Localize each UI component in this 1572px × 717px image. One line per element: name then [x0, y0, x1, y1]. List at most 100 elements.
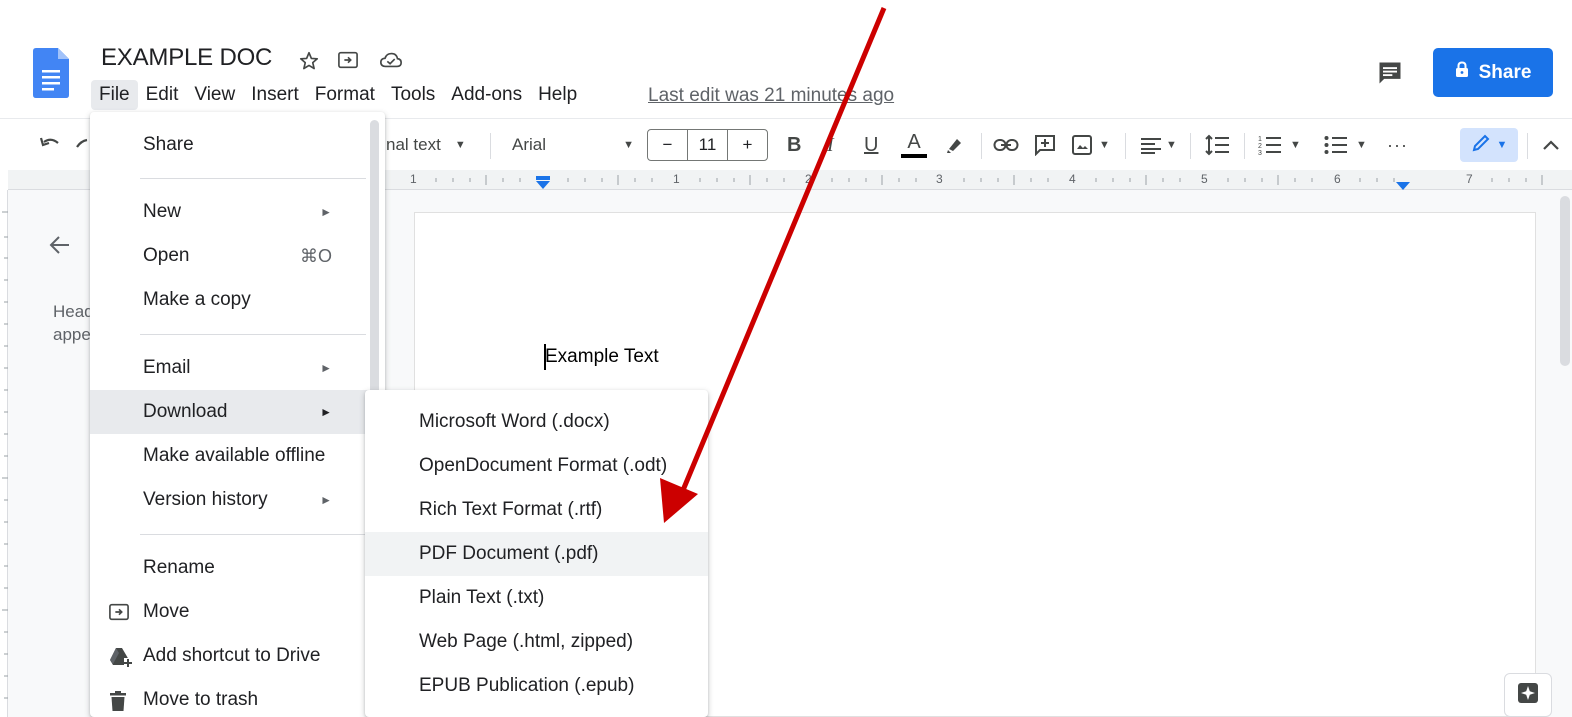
menu-item-label: Email [143, 357, 191, 378]
back-arrow-icon[interactable] [47, 232, 73, 258]
menu-item-label: Make a copy [143, 289, 251, 310]
ruler-label: 3 [936, 172, 943, 186]
trash-icon [108, 690, 130, 711]
submenu-arrow-icon: ► [320, 205, 332, 219]
file-menu-download[interactable]: Download ► [90, 390, 370, 434]
paragraph-style-value: nal text [386, 135, 441, 154]
share-button[interactable]: Share [1433, 48, 1553, 97]
download-rtf[interactable]: Rich Text Format (.rtf) [365, 488, 708, 532]
vertical-scrollbar[interactable] [1560, 196, 1570, 366]
font-size-input[interactable]: 11 [687, 130, 728, 160]
editing-mode-button[interactable]: ▼ [1460, 128, 1518, 162]
file-menu-add-shortcut[interactable]: Add shortcut to Drive [90, 634, 370, 678]
ruler-label: 7 [1466, 172, 1473, 186]
italic-icon[interactable]: I [827, 119, 834, 171]
menu-item-label: Download [143, 401, 228, 422]
more-options-icon[interactable]: ··· [1387, 119, 1408, 171]
vertical-ruler[interactable] [0, 190, 8, 717]
ruler-label: 2 [805, 172, 812, 186]
decrease-font-size-button[interactable]: − [648, 130, 687, 160]
menu-format[interactable]: Format [307, 80, 383, 110]
insert-link-icon[interactable] [993, 119, 1019, 171]
document-title[interactable]: EXAMPLE DOC [101, 44, 272, 72]
highlight-color-icon[interactable] [945, 119, 965, 171]
file-menu-open[interactable]: Open ⌘O [90, 234, 370, 278]
menu-item-label: Version history [143, 489, 268, 510]
chevron-down-icon: ▼ [1496, 139, 1508, 151]
align-left-icon[interactable]: ▼ [1140, 119, 1177, 171]
file-menu-rename[interactable]: Rename [90, 546, 370, 590]
underline-icon[interactable]: U [864, 119, 878, 171]
menu-item-label: Add shortcut to Drive [143, 645, 321, 666]
font-size-stepper: − 11 + [647, 129, 768, 161]
svg-text:3: 3 [1258, 150, 1262, 156]
download-odt[interactable]: OpenDocument Format (.odt) [365, 444, 708, 488]
menu-help[interactable]: Help [530, 80, 585, 110]
submenu-arrow-icon: ► [320, 361, 332, 375]
menu-item-label: Rename [143, 557, 215, 578]
drive-add-icon [108, 646, 132, 668]
bold-icon[interactable]: B [787, 119, 801, 171]
bulleted-list-icon[interactable]: ▼ [1324, 119, 1367, 171]
download-docx[interactable]: Microsoft Word (.docx) [365, 400, 708, 444]
redo-icon[interactable] [75, 119, 89, 171]
file-menu-scrollbar[interactable] [370, 120, 379, 400]
menu-item-label: Move to trash [143, 689, 259, 710]
file-menu-make-offline[interactable]: Make available offline [90, 434, 370, 478]
menu-edit[interactable]: Edit [138, 80, 187, 110]
menu-view[interactable]: View [186, 80, 243, 110]
download-pdf[interactable]: PDF Document (.pdf) [365, 532, 708, 576]
move-folder-icon[interactable] [337, 50, 359, 70]
svg-text:1: 1 [1258, 136, 1262, 143]
download-html[interactable]: Web Page (.html, zipped) [365, 620, 708, 664]
menu-item-label: Share [143, 134, 194, 155]
ruler-label: 6 [1334, 172, 1341, 186]
menu-file[interactable]: File [91, 80, 138, 110]
file-menu-email[interactable]: Email ► [90, 346, 370, 390]
outline-placeholder-line: Headings you add to the document will [53, 302, 93, 321]
comment-icon[interactable] [1376, 59, 1404, 87]
font-family-select[interactable]: Arial ▼ [512, 119, 634, 171]
star-icon[interactable] [298, 50, 320, 70]
outline-placeholder-line: appear here. [53, 325, 93, 344]
text-color-icon[interactable]: A [901, 119, 927, 171]
menu-tools[interactable]: Tools [383, 80, 443, 110]
menu-addons[interactable]: Add-ons [443, 80, 530, 110]
file-menu-version-history[interactable]: Version history ► [90, 478, 370, 522]
collapse-menus-icon[interactable] [1542, 119, 1560, 171]
insert-image-icon[interactable]: ▼ [1071, 119, 1110, 171]
chevron-down-icon: ▼ [623, 139, 634, 151]
chevron-down-icon: ▼ [454, 139, 466, 151]
menu-item-label: Make available offline [143, 445, 326, 466]
move-folder-icon [108, 602, 130, 622]
share-label: Share [1478, 61, 1532, 83]
ruler-label: 5 [1201, 172, 1208, 186]
explore-button[interactable] [1504, 673, 1552, 717]
submenu-arrow-icon: ► [320, 405, 332, 419]
file-menu-move-to-trash[interactable]: Move to trash [90, 678, 370, 717]
numbered-list-icon[interactable]: 123 ▼ [1258, 119, 1301, 171]
download-txt[interactable]: Plain Text (.txt) [365, 576, 708, 620]
last-edit-link[interactable]: Last edit was 21 minutes ago [648, 85, 894, 107]
file-menu-share[interactable]: Share [90, 123, 370, 167]
line-spacing-icon[interactable] [1204, 119, 1230, 171]
undo-icon[interactable] [38, 119, 64, 171]
docs-logo-icon[interactable] [33, 48, 69, 98]
download-epub[interactable]: EPUB Publication (.epub) [365, 664, 708, 708]
download-submenu: Microsoft Word (.docx) OpenDocument Form… [365, 390, 708, 717]
font-family-value: Arial [512, 135, 547, 154]
file-menu-move[interactable]: Move [90, 590, 370, 634]
document-body-text[interactable]: Example Text [545, 346, 659, 368]
file-menu-make-copy[interactable]: Make a copy [90, 278, 370, 322]
cloud-status-icon[interactable] [379, 50, 402, 70]
add-comment-icon[interactable] [1034, 119, 1056, 171]
pencil-icon [1471, 133, 1491, 158]
increase-font-size-button[interactable]: + [728, 130, 767, 160]
shortcut-label: ⌘O [299, 245, 332, 266]
outline-placeholder: Headings you add to the document will ap… [53, 300, 93, 346]
paragraph-style-select[interactable]: nal text ▼ [386, 119, 466, 171]
menu-item-label: Open [143, 245, 190, 266]
menu-item-label: Move [143, 601, 190, 622]
file-menu-new[interactable]: New ► [90, 190, 370, 234]
menu-insert[interactable]: Insert [243, 80, 307, 110]
